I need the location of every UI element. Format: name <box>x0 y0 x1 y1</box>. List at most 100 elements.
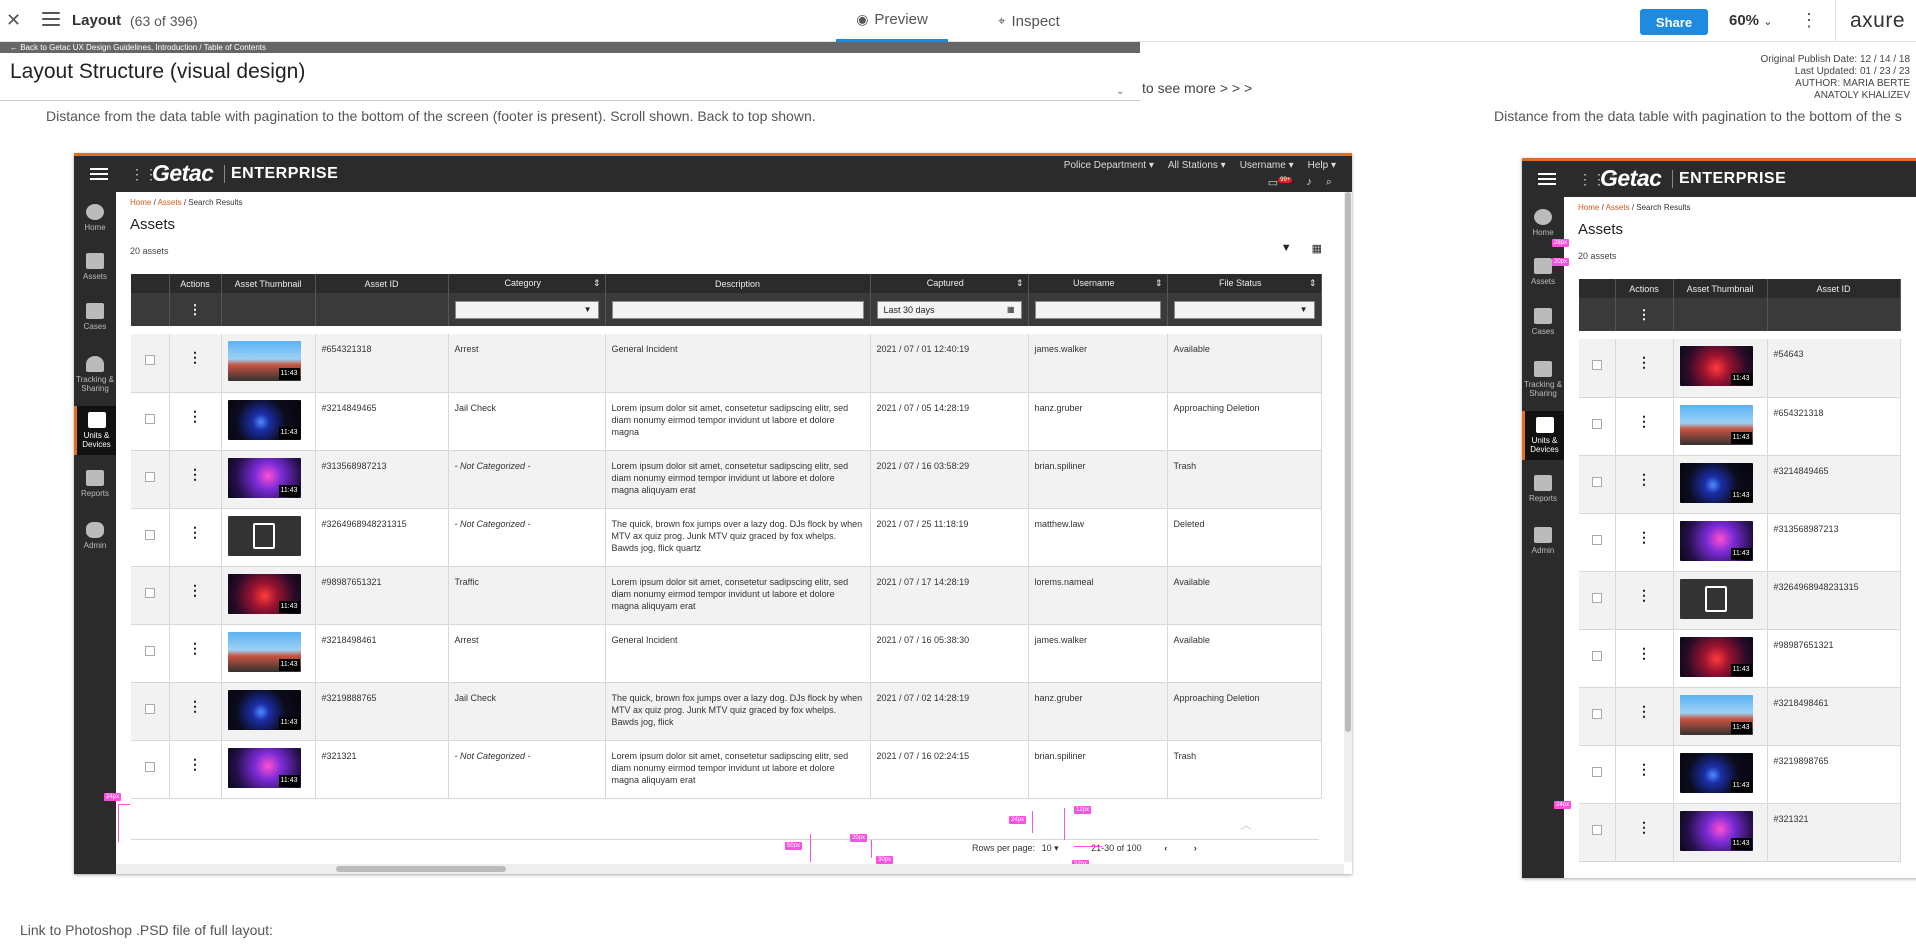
filter-icon[interactable]: ▼ <box>1281 242 1292 255</box>
sidebar-item-reports[interactable]: Reports <box>1522 475 1564 503</box>
username-link[interactable]: brian.spiliner <box>1028 450 1168 509</box>
row-checkbox[interactable] <box>1591 824 1602 835</box>
sidebar-item-tracking[interactable]: Tracking & Sharing <box>1522 361 1564 398</box>
column-header-captured[interactable]: Captured ⇕ <box>870 274 1029 293</box>
column-header-asset-id[interactable]: Asset ID <box>315 274 449 293</box>
next-page-icon[interactable]: › <box>1194 843 1197 853</box>
sidebar-item-admin[interactable]: Admin <box>1522 527 1564 555</box>
row-actions-icon[interactable]: ⋮ <box>176 692 215 713</box>
row-checkbox[interactable] <box>1591 708 1602 719</box>
column-header-file-status[interactable]: File Status ⇕ <box>1167 274 1322 293</box>
column-header-username[interactable]: Username ⇕ <box>1028 274 1168 293</box>
username-link[interactable]: james.walker <box>1028 334 1168 393</box>
column-header-category[interactable]: Category ⇕ <box>448 274 606 293</box>
username-link[interactable]: james.walker <box>1028 624 1168 683</box>
username-link[interactable]: hanz.gruber <box>1028 392 1168 451</box>
table-row[interactable]: ⋮ #3264968948231315 <box>1579 571 1901 630</box>
asset-thumbnail[interactable]: 11:43 <box>1679 636 1753 677</box>
scrollbar-thumb[interactable] <box>336 866 506 872</box>
row-checkbox[interactable] <box>1591 360 1602 370</box>
asset-thumbnail[interactable]: 11:43 <box>1679 810 1753 851</box>
row-actions-icon[interactable]: ⋮ <box>176 402 215 423</box>
asset-thumbnail[interactable]: 11:43 <box>227 573 301 614</box>
asset-thumbnail[interactable]: 11:43 <box>227 631 301 672</box>
asset-thumbnail[interactable]: 11:43 <box>1679 520 1753 561</box>
asset-thumbnail[interactable]: 11:43 <box>1679 346 1753 386</box>
row-checkbox[interactable] <box>1591 592 1602 603</box>
row-checkbox[interactable] <box>144 355 155 365</box>
table-row[interactable]: ⋮ #3264968948231315- Not Categorized - The… <box>131 508 1322 567</box>
username-link[interactable]: lorems.nameal <box>1028 566 1168 625</box>
menu-icon[interactable] <box>90 168 108 183</box>
tab-preview[interactable]: ◉ Preview <box>836 0 948 42</box>
share-button[interactable]: Share <box>1640 9 1708 35</box>
row-checkbox[interactable] <box>144 703 155 714</box>
asset-id-link[interactable]: #3218498461 <box>1767 687 1901 746</box>
search-icon[interactable]: ⌕ <box>1326 176 1332 189</box>
help-menu[interactable]: Help ▾ <box>1308 160 1336 171</box>
department-menu[interactable]: Police Department ▾ <box>1064 160 1154 171</box>
row-actions-icon[interactable]: ⋮ <box>1622 465 1667 486</box>
asset-thumbnail[interactable] <box>1679 578 1753 619</box>
table-row[interactable]: ⋮ 11:43 #3218498461 Arrest General Incident 2… <box>131 624 1322 683</box>
row-checkbox[interactable] <box>144 529 155 540</box>
tab-inspect[interactable]: ⌖ Inspect <box>984 0 1074 42</box>
row-actions-icon[interactable]: ⋮ <box>1622 639 1667 660</box>
file-status-filter[interactable]: ▼ <box>1173 300 1315 319</box>
row-actions-icon[interactable]: ⋮ <box>1622 581 1667 602</box>
sidebar-item-home[interactable]: Home <box>1522 209 1564 237</box>
user-menu[interactable]: Username ▾ <box>1240 160 1294 171</box>
row-checkbox[interactable] <box>1591 418 1602 429</box>
row-checkbox[interactable] <box>144 413 155 424</box>
username-link[interactable]: matthew.law <box>1028 508 1168 567</box>
table-row[interactable]: ⋮ 11:43 #3219898765 <box>1579 745 1901 804</box>
asset-id-link[interactable]: #654321318 <box>1767 397 1901 456</box>
breadcrumb-home[interactable]: Home <box>1578 203 1599 212</box>
asset-id-link[interactable]: #54643 <box>1767 339 1901 398</box>
back-link[interactable]: ← Back to Getac UX Design Guidelines, In… <box>0 42 1140 53</box>
row-actions-icon[interactable]: ⋮ <box>1622 755 1667 776</box>
rows-per-page-select[interactable]: 10 ▾ <box>1042 843 1059 853</box>
table-row[interactable]: ⋮ 11:43 #321321- Not Categorized - Lorem ip… <box>131 740 1322 799</box>
row-actions-icon[interactable]: ⋮ <box>1622 348 1667 369</box>
breadcrumb-home[interactable]: Home <box>130 198 151 207</box>
row-checkbox[interactable] <box>1591 650 1602 661</box>
vertical-scrollbar[interactable] <box>1344 192 1352 862</box>
more-options-icon[interactable]: ⋮ <box>1800 10 1818 31</box>
table-row[interactable]: ⋮ 11:43 #3218498461 <box>1579 687 1901 746</box>
column-header-asset-id[interactable]: Asset ID <box>1767 279 1901 298</box>
description-filter[interactable] <box>611 300 864 319</box>
row-actions-icon[interactable]: ⋮ <box>1622 523 1667 544</box>
asset-id-link[interactable]: #3214849465 <box>1767 455 1901 514</box>
sidebar-item-tracking[interactable]: Tracking & Sharing <box>74 356 116 393</box>
row-actions-icon[interactable]: ⋮ <box>176 460 215 481</box>
asset-thumbnail[interactable]: 11:43 <box>1679 694 1753 735</box>
asset-id-link[interactable]: #321321 <box>315 740 449 799</box>
stations-menu[interactable]: All Stations ▾ <box>1168 160 1226 171</box>
horizontal-scrollbar[interactable] <box>116 864 1344 874</box>
asset-thumbnail[interactable]: 11:43 <box>227 747 301 788</box>
sidebar-item-cases[interactable]: Cases <box>1522 308 1564 336</box>
prev-page-icon[interactable]: ‹ <box>1164 843 1167 853</box>
row-checkbox[interactable] <box>144 645 155 656</box>
asset-id-link[interactable]: #3219888765 <box>315 682 449 741</box>
asset-id-link[interactable]: #313568987213 <box>1767 513 1901 572</box>
asset-thumbnail[interactable]: 11:43 <box>1679 404 1753 445</box>
table-row[interactable]: ⋮ 11:43 #3214849465 <box>1579 455 1901 514</box>
table-row[interactable]: ⋮ 11:43 #98987651321 Traffic Lorem ipsum dol… <box>131 566 1322 625</box>
asset-id-link[interactable]: #3219898765 <box>1767 745 1901 804</box>
row-actions-icon[interactable]: ⋮ <box>1622 697 1667 718</box>
username-link[interactable]: brian.spiliner <box>1028 740 1168 799</box>
row-actions-icon[interactable]: ⋮ <box>176 343 215 364</box>
sidebar-item-assets[interactable]: Assets <box>74 253 116 281</box>
asset-id-link[interactable]: #3264968948231315 <box>1767 571 1901 630</box>
username-filter[interactable] <box>1034 300 1161 319</box>
row-checkbox[interactable] <box>1591 766 1602 777</box>
table-row[interactable]: ⋮ 11:43 #3219888765 Jail Check The quick, br… <box>131 682 1322 741</box>
row-checkbox[interactable] <box>144 471 155 482</box>
zoom-select[interactable]: 60% ⌄ <box>1729 12 1772 29</box>
table-row[interactable]: ⋮ 11:43 #654321318 Arrest General Incident 20… <box>131 334 1322 393</box>
asset-thumbnail[interactable]: 11:43 <box>1679 462 1753 503</box>
asset-thumbnail[interactable]: 11:43 <box>1679 752 1753 793</box>
bulk-actions-icon[interactable]: ⋮ <box>1622 307 1667 323</box>
